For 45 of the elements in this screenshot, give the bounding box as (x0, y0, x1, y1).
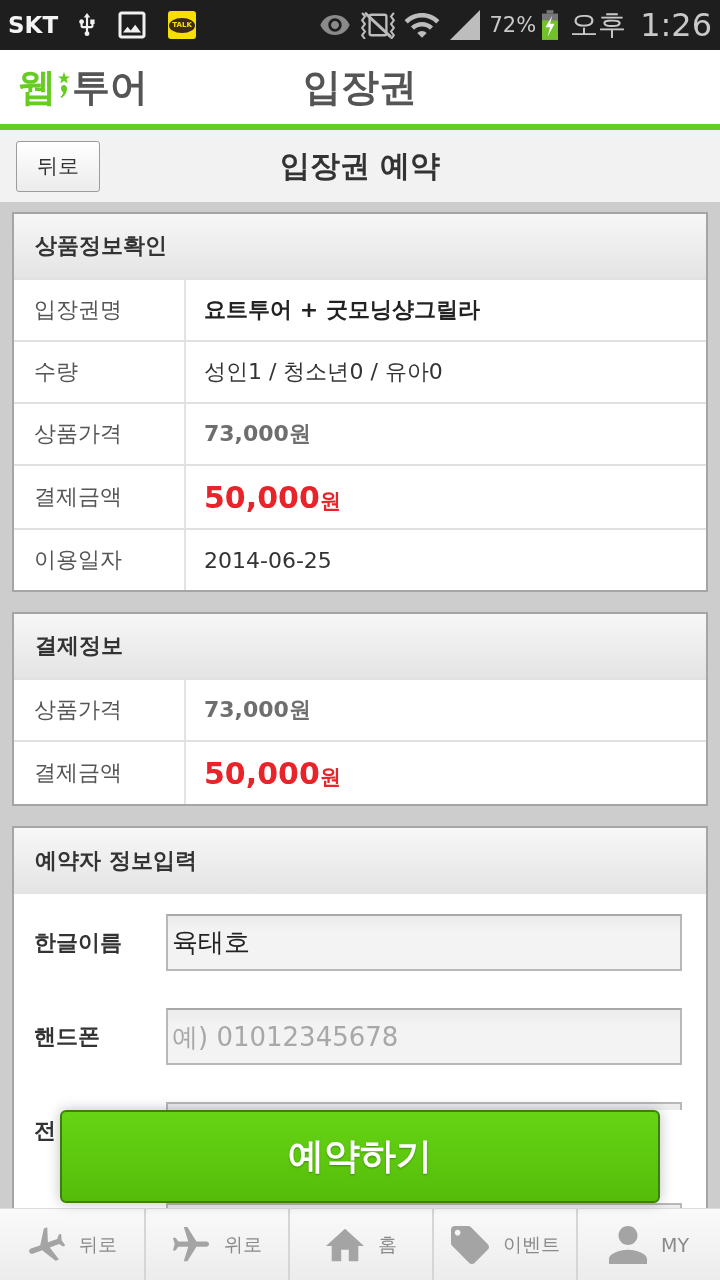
input-field[interactable]: 육태호 (166, 914, 682, 971)
card-title: 상품정보확인 (14, 214, 706, 278)
form-label: 핸드폰 (34, 1022, 100, 1051)
vibrate-off-icon (359, 11, 398, 39)
field-label: 이용일자 (14, 530, 186, 590)
airplane-icon (172, 1225, 210, 1264)
nav-item[interactable]: 뒤로 (0, 1209, 144, 1280)
form-label: 전 (34, 1116, 56, 1145)
form-label: 한글이름 (34, 928, 122, 957)
card-title: 결제정보 (14, 614, 706, 678)
logo-text: 투어 (72, 68, 148, 106)
field-value: 요트투어 + 굿모닝샹그릴라 (203, 296, 481, 324)
section-title: 입장권 예약 (279, 151, 441, 181)
field-value: 2014-06-25 (203, 546, 333, 575)
field-label: 입장권명 (14, 280, 186, 340)
person-icon (609, 1225, 647, 1264)
input-field[interactable] (166, 1203, 682, 1208)
nav-item[interactable]: MY (576, 1209, 720, 1280)
logo-text: 웹 (18, 68, 56, 106)
field-label: 수량 (14, 342, 186, 402)
tag-icon (450, 1225, 489, 1264)
card-title: 예약자 정보입력 (14, 828, 706, 894)
battery-percent: 72% (489, 14, 537, 36)
carrier-name: SKT (8, 13, 59, 37)
input-field[interactable] (166, 1102, 682, 1110)
nav-item[interactable]: 위로 (144, 1209, 288, 1280)
page-title: 입장권 (303, 68, 417, 106)
battery-charging-icon (542, 10, 559, 40)
nav-item[interactable]: 홈 (288, 1209, 432, 1280)
field-label: 상품가격 (14, 680, 186, 740)
field-value: 73,000원 (203, 696, 312, 724)
airplane-icon (27, 1225, 65, 1264)
clock-time: 1:26 (640, 9, 712, 41)
time-period: 오후 (570, 11, 627, 39)
price-text: 50,000원 (204, 479, 341, 515)
field-label: 상품가격 (14, 404, 186, 464)
field-value: 성인1 / 청소년0 / 유아0 (203, 358, 444, 386)
reserve-button[interactable]: 예약하기 (60, 1110, 660, 1203)
field-label: 결제금액 (14, 742, 186, 804)
back-button[interactable]: 뒤로 (16, 140, 100, 192)
price-text: 50,000원 (204, 755, 341, 791)
field-value: 73,000원 (203, 420, 312, 448)
nav-item[interactable]: 이벤트 (432, 1209, 576, 1280)
field-label: 결제금액 (14, 466, 186, 528)
input-field[interactable]: 예) 01012345678 (166, 1008, 682, 1065)
